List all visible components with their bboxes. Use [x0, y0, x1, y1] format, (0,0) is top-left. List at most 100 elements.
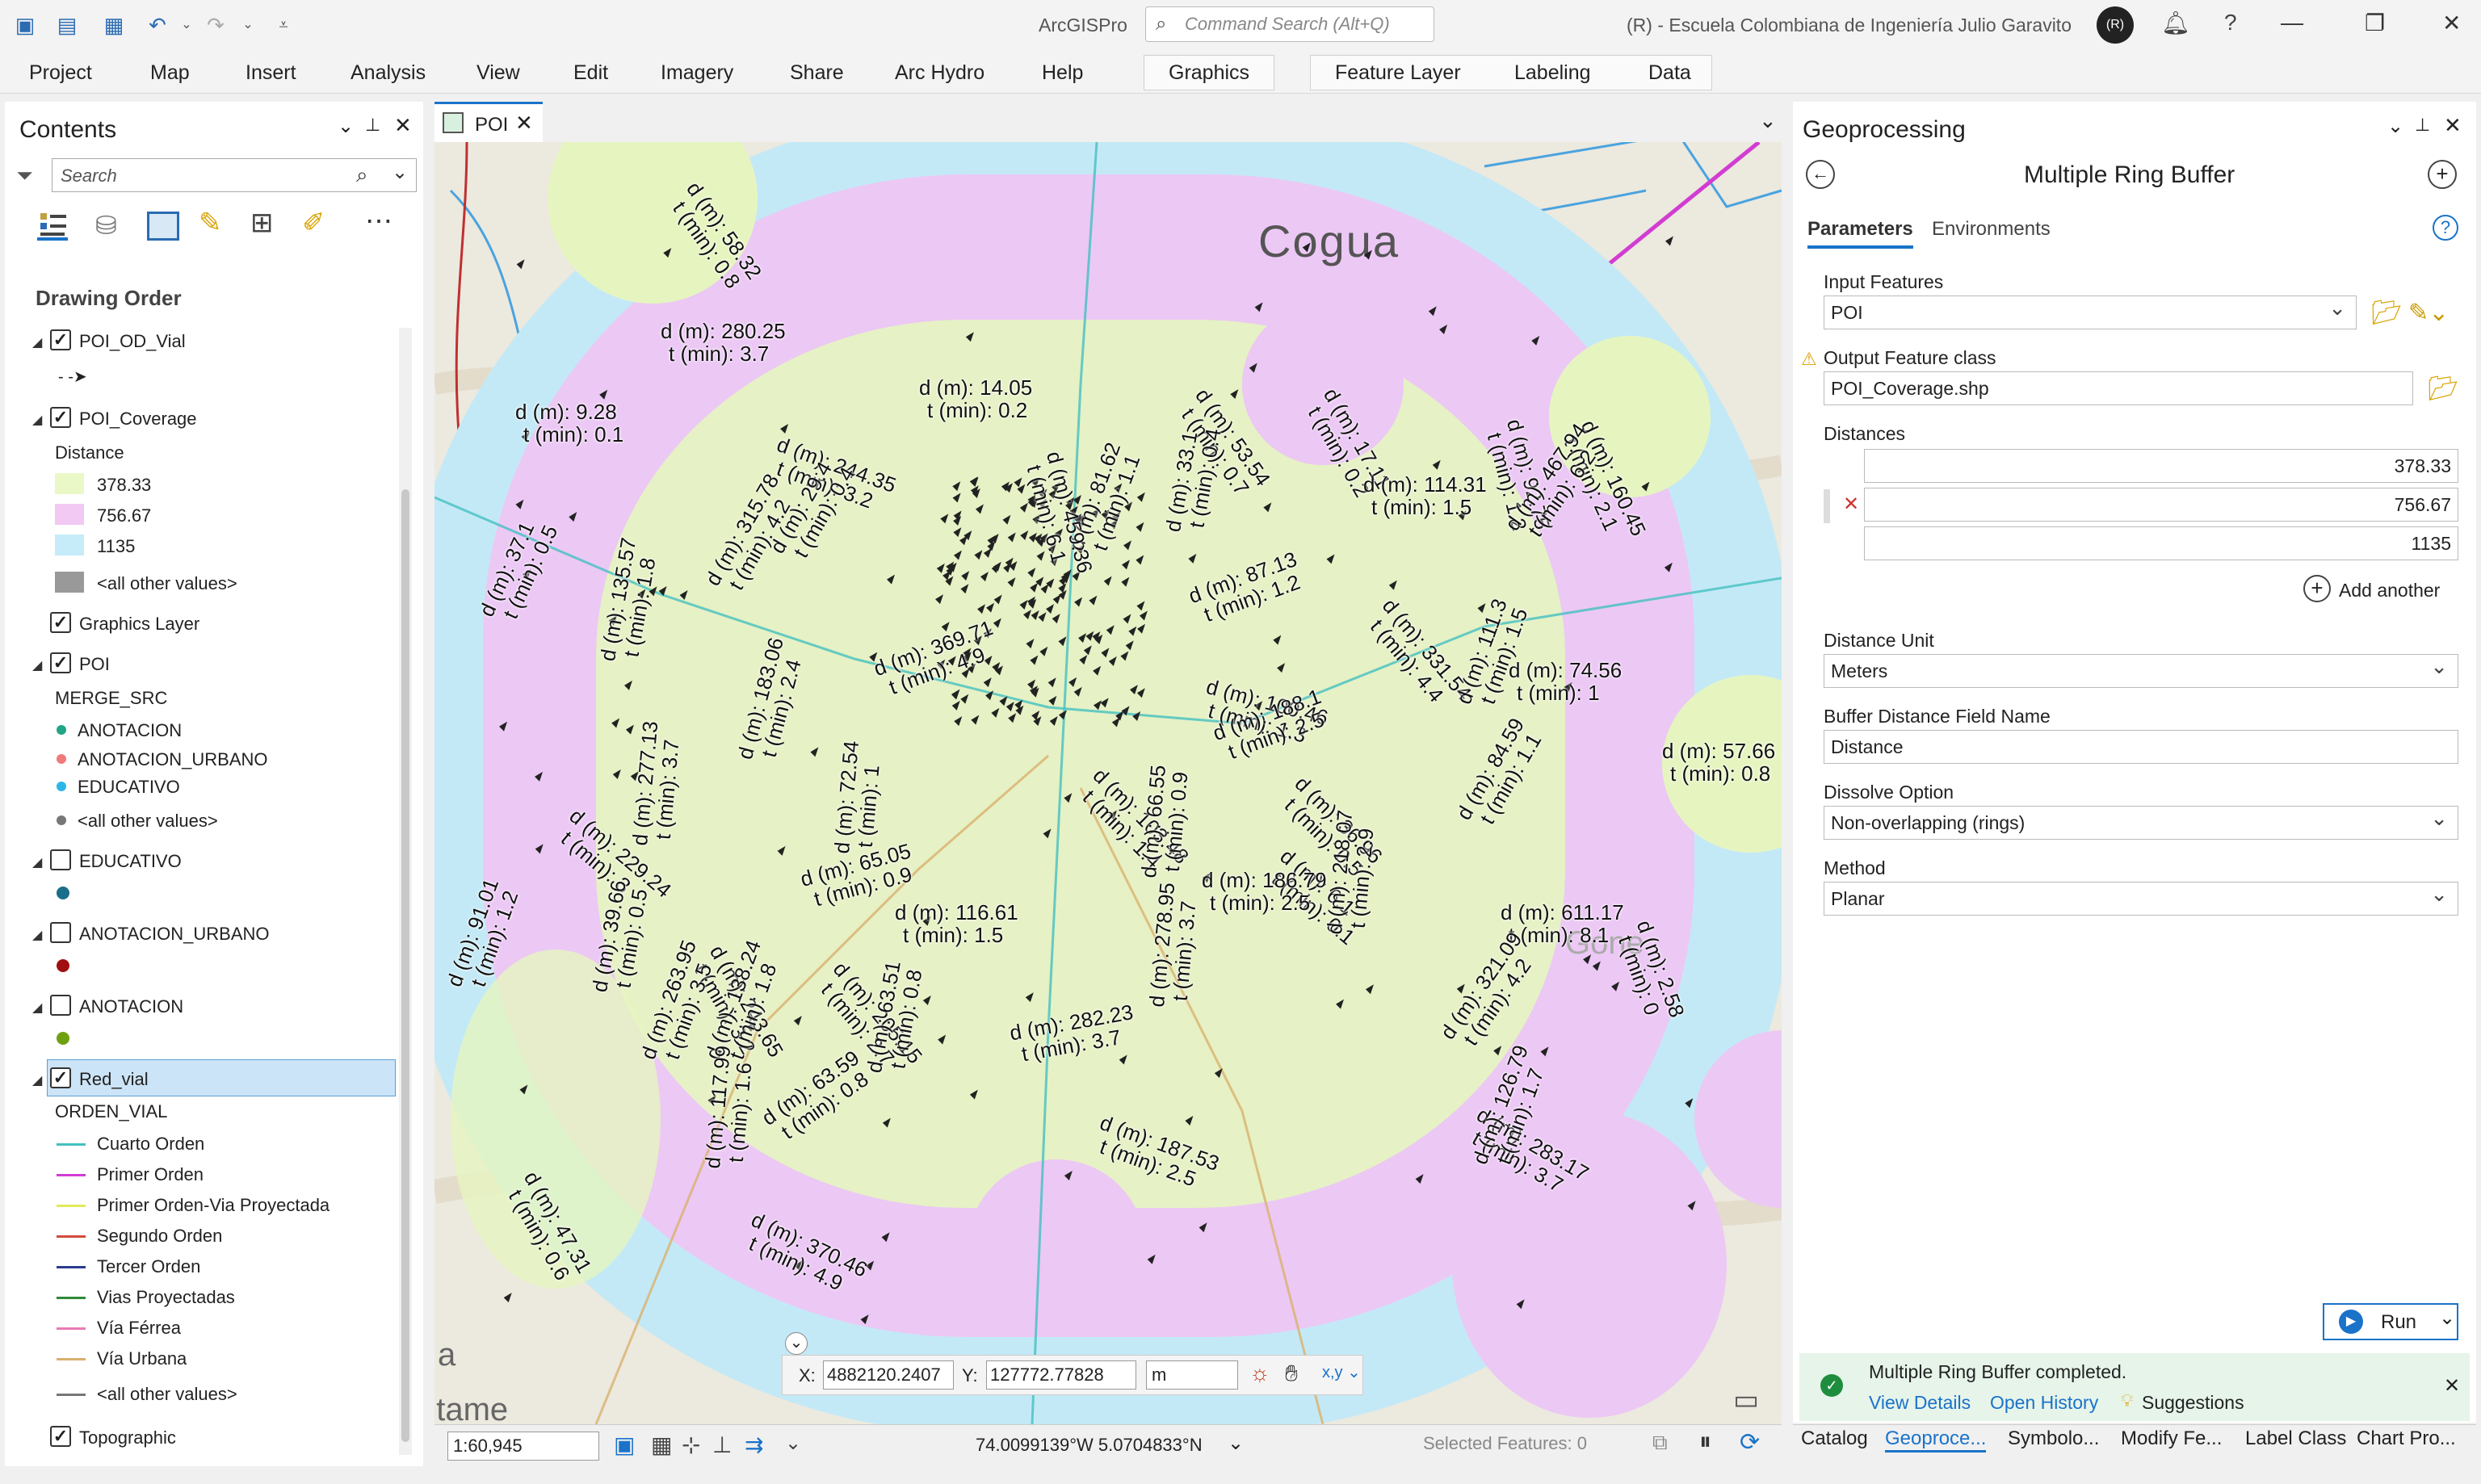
poi-point[interactable]	[1128, 626, 1137, 636]
suggestions-link[interactable]: Suggestions	[2142, 1392, 2244, 1414]
list-by-editing-icon[interactable]: ✎	[199, 207, 222, 239]
scrollbar-thumb[interactable]	[401, 489, 409, 1442]
poi-point[interactable]	[1027, 568, 1036, 578]
poi-point[interactable]	[954, 716, 963, 727]
poi-point[interactable]	[1007, 532, 1016, 543]
layer-visibility-checkbox[interactable]	[50, 922, 71, 943]
poi-point[interactable]	[1136, 601, 1145, 611]
layer-educativo[interactable]: EDUCATIVO	[79, 851, 182, 872]
expand-icon[interactable]: ◢	[32, 334, 42, 350]
poi-point[interactable]	[1592, 961, 1601, 971]
poi-point[interactable]	[1068, 677, 1077, 687]
poi-point[interactable]	[1121, 560, 1130, 570]
map-view[interactable]: Cogua Gone a ntame d (m): 58.32t (min): …	[434, 142, 1782, 1424]
poi-point[interactable]	[1365, 984, 1374, 995]
poi-point[interactable]	[1302, 242, 1311, 253]
poi-point[interactable]	[1326, 554, 1335, 564]
poi-point[interactable]	[951, 700, 960, 711]
poi-point[interactable]	[980, 572, 989, 582]
poi-point[interactable]	[1020, 530, 1029, 540]
layer-visibility-checkbox[interactable]: ✓	[50, 329, 71, 350]
tab-data[interactable]: Data	[1648, 56, 1691, 90]
poi-point[interactable]	[1100, 698, 1109, 708]
minimize-icon[interactable]: —	[2281, 10, 2303, 36]
browse-folder-icon[interactable]: 📂︎	[2371, 299, 2402, 327]
layer-visibility-checkbox[interactable]: ✓	[50, 1067, 71, 1088]
poi-point[interactable]	[1136, 522, 1144, 532]
run-dropdown-icon[interactable]: ⌄	[2439, 1306, 2455, 1330]
pane-options-icon[interactable]: ⌄	[2387, 115, 2403, 138]
coordinate-options-icon[interactable]: ⌄	[1228, 1432, 1244, 1455]
list-by-snapping-icon[interactable]: ⊞	[250, 207, 274, 239]
poi-point[interactable]	[1058, 710, 1067, 720]
poi-point[interactable]	[986, 602, 995, 613]
undo-icon[interactable]: ↶	[144, 11, 171, 39]
poi-point[interactable]	[1137, 623, 1146, 634]
add-another-icon[interactable]: +	[2303, 575, 2331, 602]
tab-labeling[interactable]: Labeling	[1514, 56, 1591, 90]
row-drag-handle[interactable]	[1824, 489, 1830, 523]
poi-point[interactable]	[777, 845, 786, 856]
poi-point[interactable]	[1039, 646, 1048, 656]
poi-point[interactable]	[1074, 597, 1083, 607]
command-search-input[interactable]: ⌕ Command Search (Alt+Q)	[1145, 6, 1434, 42]
poi-point[interactable]	[983, 547, 992, 558]
poi-point[interactable]	[993, 594, 1002, 605]
poi-point[interactable]	[1121, 706, 1130, 716]
tab-chart-properties[interactable]: Chart Pro...	[2357, 1427, 2456, 1450]
poi-point[interactable]	[1083, 645, 1092, 656]
browse-folder-icon[interactable]: 📂︎	[2428, 375, 2458, 403]
poi-point[interactable]	[1064, 793, 1073, 803]
poi-point[interactable]	[951, 690, 960, 700]
save-icon[interactable]: ▦	[100, 11, 128, 39]
tab-catalog[interactable]: Catalog	[1801, 1427, 1868, 1450]
poi-point[interactable]	[663, 248, 672, 258]
pane-options-icon[interactable]: ⌄	[338, 115, 354, 138]
poi-point[interactable]	[1078, 633, 1087, 643]
poi-point[interactable]	[1121, 576, 1130, 587]
poi-point[interactable]	[516, 259, 525, 270]
open-history-link[interactable]: Open History	[1990, 1392, 2098, 1414]
poi-point[interactable]	[1611, 981, 1620, 991]
more-options-icon[interactable]: ⋯	[365, 205, 393, 237]
list-by-source-icon[interactable]: ⛁	[95, 210, 117, 241]
layer-poi-coverage[interactable]: POI_Coverage	[79, 409, 197, 430]
poi-point[interactable]	[1026, 639, 1035, 649]
scale-select[interactable]: 1:60,945	[447, 1432, 599, 1461]
snapping-icon[interactable]: ⊹	[682, 1432, 700, 1458]
poi-point[interactable]	[1388, 580, 1397, 590]
poi-point[interactable]	[1025, 992, 1034, 1003]
poi-point[interactable]	[1136, 492, 1145, 502]
poi-point[interactable]	[991, 707, 1000, 718]
tab-label-class[interactable]: Label Class	[2245, 1427, 2346, 1450]
poi-point[interactable]	[1064, 1171, 1073, 1181]
poi-point[interactable]	[1101, 648, 1110, 658]
poi-point[interactable]	[1273, 635, 1282, 645]
poi-point[interactable]	[1019, 502, 1028, 513]
poi-point[interactable]	[1214, 1068, 1223, 1079]
poi-point[interactable]	[1008, 713, 1017, 723]
poi-point[interactable]	[1664, 236, 1673, 246]
selected-features-count[interactable]: Selected Features: 0	[1423, 1433, 1587, 1454]
poi-point[interactable]	[1036, 551, 1045, 561]
poi-point[interactable]	[569, 512, 577, 522]
correction-icon[interactable]: ⇉	[745, 1432, 763, 1458]
poi-point[interactable]	[1147, 1254, 1156, 1264]
tab-list-dropdown-icon[interactable]: ⌄	[1759, 108, 1777, 133]
constraints-icon[interactable]: ⊥	[712, 1432, 732, 1458]
tab-share[interactable]: Share	[790, 58, 844, 87]
poi-point[interactable]	[1230, 389, 1239, 400]
poi-point[interactable]	[612, 769, 621, 779]
poi-point[interactable]	[999, 696, 1008, 706]
poi-point[interactable]	[1043, 828, 1052, 839]
tab-map[interactable]: Map	[150, 58, 190, 87]
expand-icon[interactable]: ◢	[32, 1072, 42, 1088]
tab-parameters[interactable]: Parameters	[1807, 218, 1913, 249]
poi-point[interactable]	[1277, 663, 1286, 673]
poi-point[interactable]	[974, 550, 983, 560]
poi-point[interactable]	[938, 1034, 947, 1045]
poi-point[interactable]	[1106, 625, 1115, 635]
poi-point[interactable]	[1136, 555, 1144, 565]
poi-point[interactable]	[886, 574, 895, 585]
poi-point[interactable]	[922, 995, 931, 1005]
